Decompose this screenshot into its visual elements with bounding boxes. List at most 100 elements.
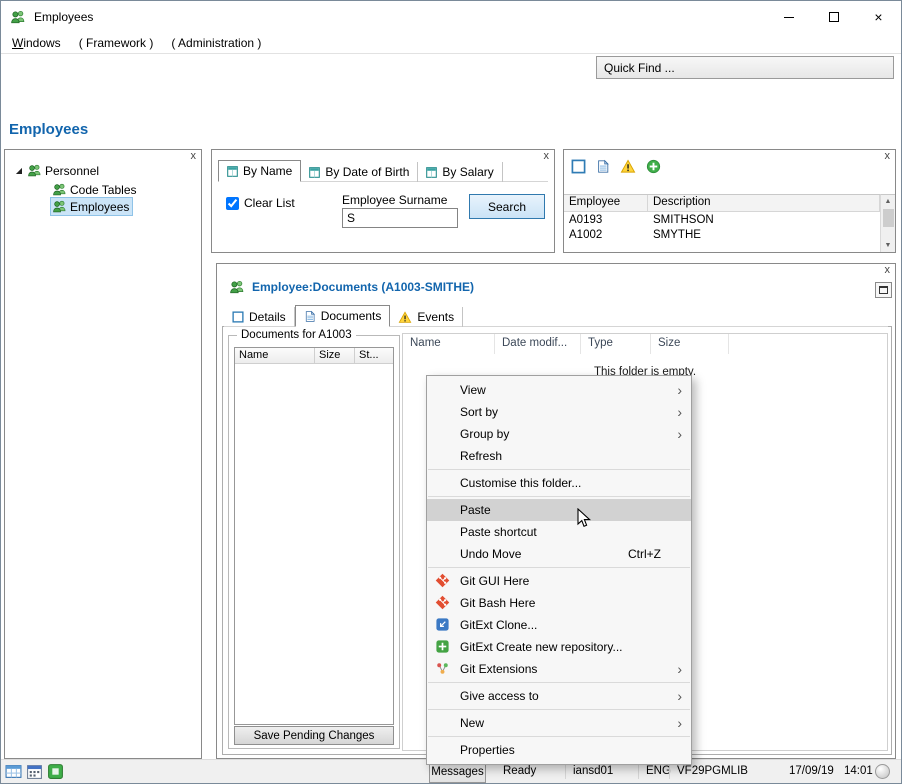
groupbox-title: Documents for A1003 — [237, 329, 356, 341]
column-header-description[interactable]: Description — [648, 195, 880, 211]
menu-framework[interactable]: ( Framework ) — [70, 33, 163, 54]
doc-column-status[interactable]: St... — [355, 348, 393, 363]
menu-item-git-bash-here[interactable]: Git Bash Here — [427, 592, 691, 614]
submenu-arrow-icon: › — [677, 712, 682, 734]
menu-item-gitext-clone[interactable]: GitExt Clone... — [427, 614, 691, 636]
grid-icon — [309, 167, 320, 178]
search-button[interactable]: Search — [469, 194, 545, 219]
warning-icon — [398, 311, 412, 324]
tab-by-salary[interactable]: By Salary — [418, 162, 502, 182]
menu-item-undo-move[interactable]: Undo Move Ctrl+Z — [427, 543, 691, 565]
scrollbar-thumb[interactable] — [883, 209, 894, 227]
tree-panel-close-button[interactable]: x — [191, 150, 197, 162]
grid-icon — [426, 167, 437, 178]
menu-item-new[interactable]: New › — [427, 712, 691, 734]
pending-documents-list[interactable]: Name Size St... — [234, 347, 394, 725]
minimize-icon — [784, 17, 794, 18]
people-icon — [27, 163, 42, 178]
save-pending-changes-button[interactable]: Save Pending Changes — [234, 726, 394, 745]
menu-item-properties[interactable]: Properties — [427, 739, 691, 761]
clear-list-checkbox[interactable] — [226, 197, 239, 210]
explorer-column-type[interactable]: Type — [581, 334, 651, 354]
maximize-button[interactable] — [811, 1, 856, 33]
close-button[interactable]: × — [856, 1, 901, 33]
people-icon — [229, 279, 245, 295]
add-icon[interactable] — [646, 159, 661, 174]
tab-label: By Salary — [442, 165, 493, 179]
people-icon — [52, 199, 67, 214]
tab-events[interactable]: Events — [390, 307, 463, 327]
menu-item-view[interactable]: View › — [427, 379, 691, 401]
menu-item-label: Sort by — [460, 405, 498, 419]
status-date: 17/09/19 — [789, 765, 834, 777]
menu-item-label: Give access to — [460, 689, 539, 703]
explorer-column-date-modified[interactable]: Date modif... — [495, 334, 581, 354]
warning-icon[interactable] — [620, 159, 636, 174]
menu-item-sort-by[interactable]: Sort by › — [427, 401, 691, 423]
explorer-column-name[interactable]: Name — [403, 334, 495, 354]
status-language: ENG — [646, 765, 671, 777]
explorer-header: Name Date modif... Type Size — [403, 334, 887, 354]
tree-node-personnel[interactable]: ◢ Personnel — [14, 163, 99, 178]
explorer-column-size[interactable]: Size — [651, 334, 729, 354]
doc-column-name[interactable]: Name — [235, 348, 315, 363]
table-icon[interactable] — [5, 763, 22, 780]
search-panel-close-button[interactable]: x — [544, 150, 550, 162]
menu-item-git-gui-here[interactable]: Git GUI Here — [427, 570, 691, 592]
doc-column-size[interactable]: Size — [315, 348, 355, 363]
tree-expander-icon[interactable]: ◢ — [14, 166, 24, 175]
status-time: 14:01 — [844, 765, 873, 777]
menu-item-git-extensions[interactable]: Git Extensions › — [427, 658, 691, 680]
submenu-arrow-icon: › — [677, 658, 682, 680]
results-panel-close-button[interactable]: x — [885, 150, 891, 162]
menu-item-gitext-create-new-repository[interactable]: GitExt Create new repository... — [427, 636, 691, 658]
green-app-icon[interactable] — [47, 763, 64, 780]
menu-item-label: Undo Move — [460, 547, 521, 561]
tab-documents[interactable]: Documents — [295, 305, 391, 327]
employee-row[interactable]: A1002 SMYTHE — [564, 227, 880, 242]
menu-item-refresh[interactable]: Refresh — [427, 445, 691, 467]
quick-find-box[interactable]: Quick Find ... — [596, 56, 894, 79]
status-orb-indicator — [875, 764, 890, 779]
menu-item-paste-shortcut[interactable]: Paste shortcut — [427, 521, 691, 543]
page-title: Employees — [9, 121, 88, 138]
menu-windows[interactable]: Windows — [3, 33, 70, 54]
tab-by-date-of-birth[interactable]: By Date of Birth — [301, 162, 418, 182]
scroll-down-icon[interactable]: ▼ — [885, 239, 892, 252]
panel-maximize-button[interactable] — [875, 282, 892, 298]
column-header-employee[interactable]: Employee — [564, 195, 648, 211]
tab-details[interactable]: Details — [224, 307, 295, 327]
app-icon — [10, 9, 26, 25]
employee-row[interactable]: A0193 SMITHSON — [564, 212, 880, 227]
menu-item-customise-this-folder[interactable]: Customise this folder... — [427, 472, 691, 494]
menu-item-group-by[interactable]: Group by › — [427, 423, 691, 445]
documents-tabstrip: Details Documents Events — [224, 305, 463, 327]
menu-separator — [428, 709, 690, 710]
calendar-icon[interactable] — [26, 763, 43, 780]
application-window: { "colors": { "accent_blue": "#1265ad", … — [0, 0, 902, 784]
statusbar-icons — [5, 763, 64, 780]
tab-by-name[interactable]: By Name — [218, 160, 301, 182]
scroll-up-icon[interactable]: ▲ — [885, 195, 892, 208]
tree-node-employees[interactable]: Employees — [51, 198, 132, 215]
menu-item-label: Properties — [460, 743, 515, 757]
documents-panel-close-button[interactable]: x — [885, 264, 891, 276]
details-icon[interactable] — [571, 159, 586, 174]
tree-node-label: Employees — [70, 200, 129, 214]
menu-item-give-access-to[interactable]: Give access to › — [427, 685, 691, 707]
surname-input[interactable] — [342, 208, 458, 228]
statusbar-divider — [638, 764, 639, 779]
clear-list-label: Clear List — [244, 196, 295, 210]
document-icon[interactable] — [596, 159, 610, 174]
menu-item-label: Paste — [460, 503, 491, 517]
vertical-scrollbar[interactable]: ▲ ▼ — [880, 194, 895, 252]
menu-administration[interactable]: ( Administration ) — [162, 33, 270, 54]
menu-separator — [428, 567, 690, 568]
tab-label: By Name — [243, 164, 292, 178]
menu-item-paste[interactable]: Paste — [427, 499, 691, 521]
tab-label: By Date of Birth — [325, 165, 409, 179]
close-icon: × — [874, 10, 882, 24]
minimize-button[interactable] — [766, 1, 811, 33]
tree-node-code-tables[interactable]: Code Tables — [51, 181, 140, 198]
menu-shortcut-label: Ctrl+Z — [628, 543, 661, 565]
